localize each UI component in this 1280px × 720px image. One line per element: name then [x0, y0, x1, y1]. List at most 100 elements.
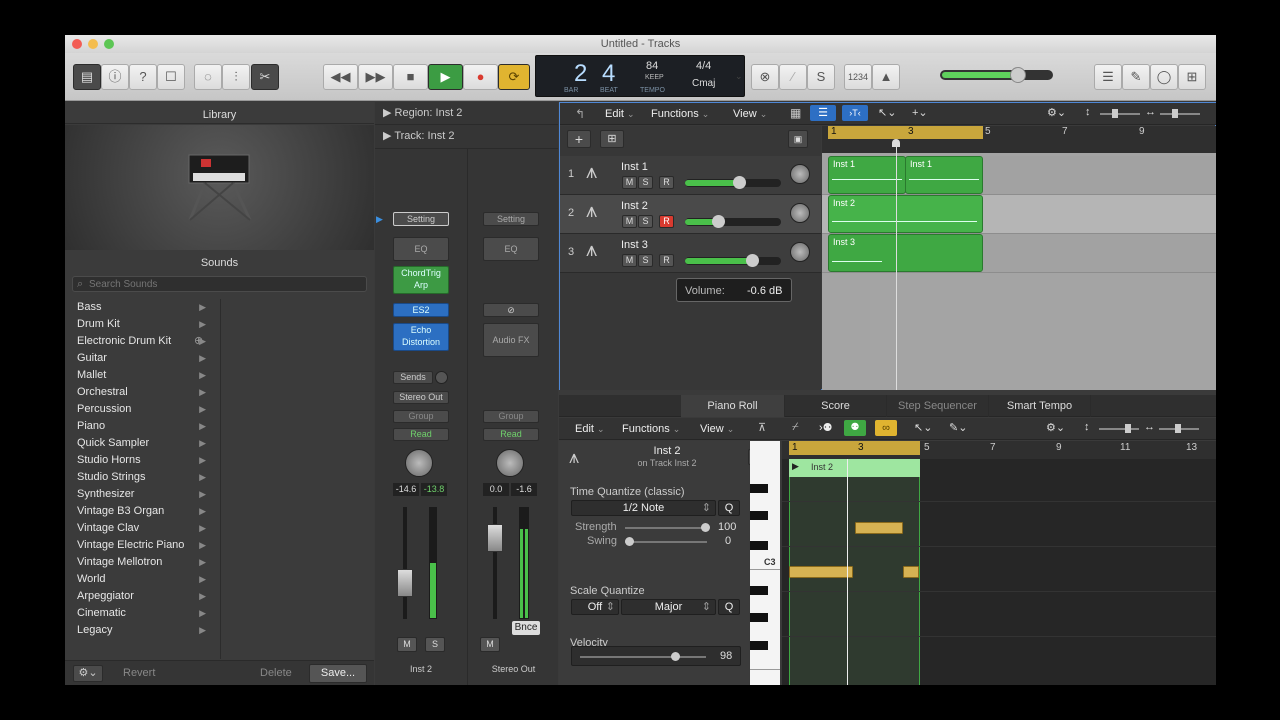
horizontal-zoom-icon[interactable]: ↔: [1144, 421, 1155, 433]
midi-note[interactable]: [855, 522, 903, 534]
notepad-icon[interactable]: ✎: [1122, 64, 1150, 90]
slider-thumb[interactable]: [1125, 424, 1131, 433]
lcd-menu-chevron-icon[interactable]: ⌄: [735, 71, 743, 82]
midi-note[interactable]: [789, 566, 853, 578]
mute-button[interactable]: M: [622, 254, 637, 267]
master-volume-knob[interactable]: [1010, 67, 1026, 83]
mute-button[interactable]: M: [622, 176, 637, 189]
swing-slider[interactable]: [625, 537, 707, 546]
edit-menu[interactable]: Edit ⌄: [575, 423, 605, 435]
gear-icon[interactable]: ⚙⌄: [1047, 106, 1066, 119]
scale-root-select[interactable]: Off ⇕: [571, 599, 619, 615]
list-item[interactable]: Guitar ▶: [65, 350, 220, 367]
instrument-slot[interactable]: ES2: [393, 303, 449, 317]
track-pan-knob[interactable]: [790, 164, 810, 184]
track-name[interactable]: Inst 2: [621, 200, 648, 212]
tuner-icon[interactable]: ⁄: [779, 64, 807, 90]
group-button[interactable]: Group: [393, 410, 449, 423]
slider-thumb[interactable]: [701, 523, 710, 532]
list-item[interactable]: Cinematic ▶: [65, 605, 220, 622]
piano-roll-grid[interactable]: 1 3 5 7 9 11 13 ▶ Inst 2: [782, 441, 1216, 685]
view-menu[interactable]: View ⌄: [733, 108, 767, 120]
vertical-zoom-slider[interactable]: [1100, 109, 1140, 118]
black-key[interactable]: [750, 641, 768, 650]
search-sounds-field[interactable]: ⌕: [72, 276, 367, 292]
mute-button[interactable]: M: [397, 637, 417, 652]
catch-icon[interactable]: ›T‹: [842, 105, 868, 121]
metronome-icon[interactable]: ▲: [872, 64, 900, 90]
list-item[interactable]: Mallet ▶: [65, 367, 220, 384]
strength-slider[interactable]: [625, 523, 710, 532]
track-volume-knob[interactable]: [746, 254, 759, 267]
midi-thru-icon[interactable]: ›⚉: [819, 421, 833, 434]
slider-thumb[interactable]: [1172, 109, 1178, 118]
list-item[interactable]: Studio Horns ▶: [65, 452, 220, 469]
inspector-icon[interactable]: ⓘ: [101, 64, 129, 90]
pan-knob[interactable]: [405, 449, 433, 477]
global-tracks-icon[interactable]: ▣: [788, 130, 808, 148]
quantize-button[interactable]: Q: [718, 500, 740, 516]
track-pan-knob[interactable]: [790, 242, 810, 262]
ruler[interactable]: 1 3 5 7 9: [822, 126, 1216, 153]
stop-button[interactable]: ■: [393, 64, 428, 90]
list-item[interactable]: Vintage B3 Organ ▶: [65, 503, 220, 520]
black-key[interactable]: [750, 586, 768, 595]
track-disclosure[interactable]: ▶ Track: Inst 2: [383, 129, 454, 142]
search-input[interactable]: [89, 277, 359, 291]
black-key[interactable]: [750, 484, 768, 493]
record-enable-button[interactable]: R: [659, 254, 674, 267]
list-item[interactable]: Vintage Electric Piano ▶: [65, 537, 220, 554]
tab-smart-tempo[interactable]: Smart Tempo: [989, 395, 1091, 417]
tab-step-sequencer[interactable]: Step Sequencer: [887, 395, 989, 417]
mixer-icon[interactable]: ⫶: [222, 64, 250, 90]
collapse-icon[interactable]: ⊼: [758, 421, 766, 434]
track-pan-knob[interactable]: [790, 203, 810, 223]
master-volume-slider[interactable]: [940, 67, 1053, 83]
slider-thumb[interactable]: [1112, 109, 1118, 118]
track-name[interactable]: Inst 1: [621, 161, 648, 173]
smart-controls-icon[interactable]: ◌: [194, 64, 222, 90]
minimize-button[interactable]: [88, 39, 98, 49]
list-item[interactable]: Electronic Drum Kit ⊕ ▶: [65, 333, 220, 350]
browsers-icon[interactable]: ⊞: [1178, 64, 1206, 90]
vertical-zoom-icon[interactable]: ↕: [1085, 106, 1091, 118]
setting-button[interactable]: Setting: [483, 212, 539, 226]
record-button[interactable]: ●: [463, 64, 498, 90]
list-item[interactable]: Bass ▶: [65, 299, 220, 316]
slider-thumb[interactable]: [1175, 424, 1181, 433]
track-volume-knob[interactable]: [712, 215, 725, 228]
bounce-button[interactable]: Bnce: [512, 621, 540, 635]
solo-button[interactable]: S: [638, 215, 653, 228]
list-item[interactable]: Quick Sampler ▶: [65, 435, 220, 452]
editors-scissors-icon[interactable]: ✂: [251, 64, 279, 90]
black-key[interactable]: [750, 613, 768, 622]
cycle-button[interactable]: ⟳: [498, 64, 530, 90]
midi-fx-slot[interactable]: ChordTrig Arp: [393, 266, 449, 294]
solo-button[interactable]: S: [425, 637, 445, 652]
automation-mode-button[interactable]: Read: [393, 428, 449, 441]
list-item[interactable]: Piano ▶: [65, 418, 220, 435]
help-icon[interactable]: ?: [129, 64, 157, 90]
toolbar-toggle-icon[interactable]: ☐: [157, 64, 185, 90]
zoom-button[interactable]: [104, 39, 114, 49]
list-item[interactable]: Synthesizer ▶: [65, 486, 220, 503]
list-item[interactable]: World ▶: [65, 571, 220, 588]
velocity-slider[interactable]: [580, 652, 706, 661]
send-knob[interactable]: [435, 371, 448, 384]
list-item[interactable]: Vintage Mellotron ▶: [65, 554, 220, 571]
solo-button[interactable]: S: [638, 254, 653, 267]
loop-browser-icon[interactable]: ◯: [1150, 64, 1178, 90]
back-arrow-icon[interactable]: ↰: [575, 107, 585, 121]
record-enable-button[interactable]: R: [659, 215, 674, 228]
track-volume-slider[interactable]: [685, 254, 781, 267]
piano-keyboard[interactable]: C3: [750, 441, 780, 685]
black-key[interactable]: [750, 511, 768, 520]
list-item[interactable]: Studio Strings ▶: [65, 469, 220, 486]
list-item[interactable]: Legacy ▶: [65, 622, 220, 639]
add-track-button[interactable]: +: [567, 130, 591, 148]
duplicate-track-icon[interactable]: ⊞: [600, 130, 624, 148]
black-key[interactable]: [750, 541, 768, 550]
time-quantize-select[interactable]: 1/2 Note ⇕: [571, 500, 716, 516]
color-mode-icon[interactable]: ⚉: [844, 420, 866, 436]
list-item[interactable]: Orchestral ▶: [65, 384, 220, 401]
